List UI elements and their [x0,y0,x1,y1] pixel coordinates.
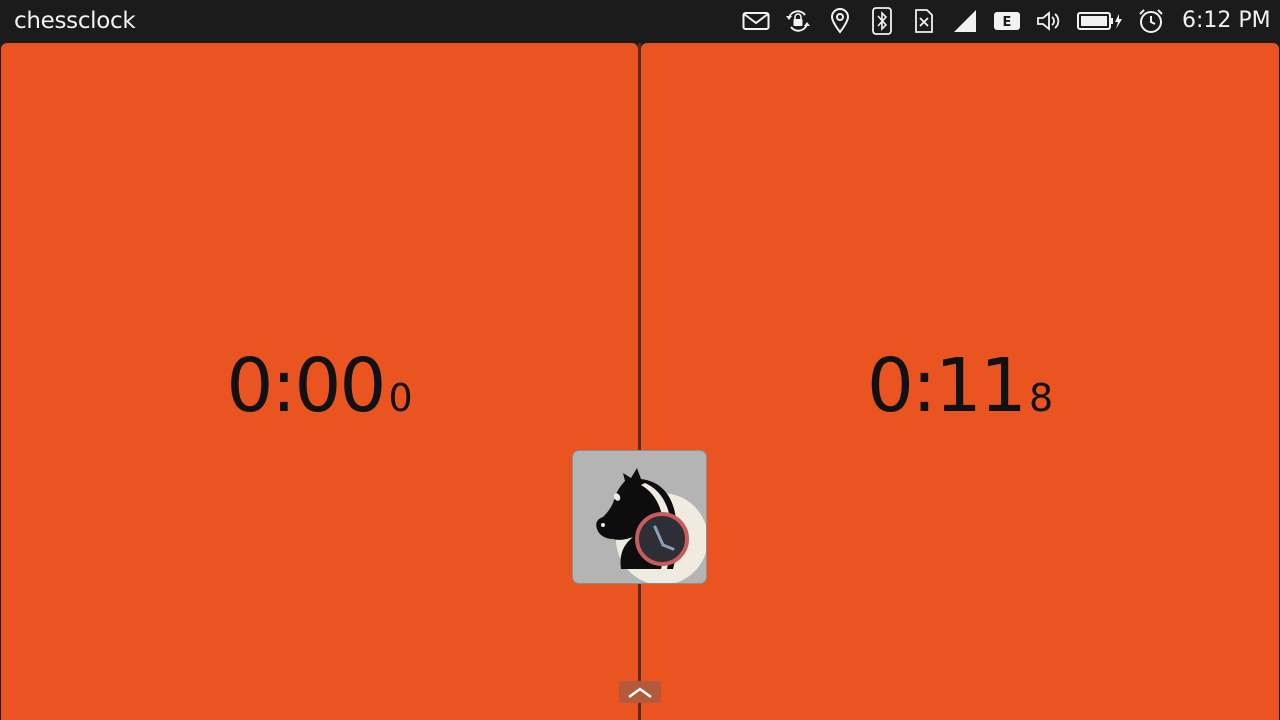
network-type-label: E [1003,15,1012,30]
no-sim-icon[interactable] [910,0,938,42]
bottom-edge-hint-button[interactable] [619,681,661,703]
mail-icon[interactable] [740,0,772,42]
player-one-time-tenths: 0 [388,376,413,420]
chess-knight-clock-icon [596,468,706,583]
signal-icon[interactable] [950,0,980,42]
status-time[interactable]: 6:12 PM [1182,6,1274,36]
alarm-icon[interactable] [1136,0,1166,42]
app-menu-button[interactable] [572,450,707,584]
location-icon[interactable] [826,0,854,42]
battery-charging-icon[interactable] [1076,0,1124,42]
bluetooth-icon[interactable] [868,0,896,42]
player-two-clock-panel[interactable]: 0:11 8 [641,43,1279,720]
network-type-icon[interactable]: E [992,0,1022,42]
chevron-up-icon [628,687,652,699]
player-two-time-tenths: 8 [1029,376,1054,420]
player-two-time-main: 0:11 [866,343,1027,429]
player-one-time-main: 0:00 [226,343,386,429]
player-two-time: 0:11 8 [641,343,1279,429]
player-one-clock-panel[interactable]: 0:00 0 [1,43,638,720]
player-one-time: 0:00 0 [1,343,638,429]
app-title: chessclock [14,8,136,34]
panel-divider [638,43,641,720]
status-bar: chessclock E 6:12 PM [0,0,1280,42]
rotation-lock-icon[interactable] [782,0,814,42]
volume-icon[interactable] [1034,0,1064,42]
